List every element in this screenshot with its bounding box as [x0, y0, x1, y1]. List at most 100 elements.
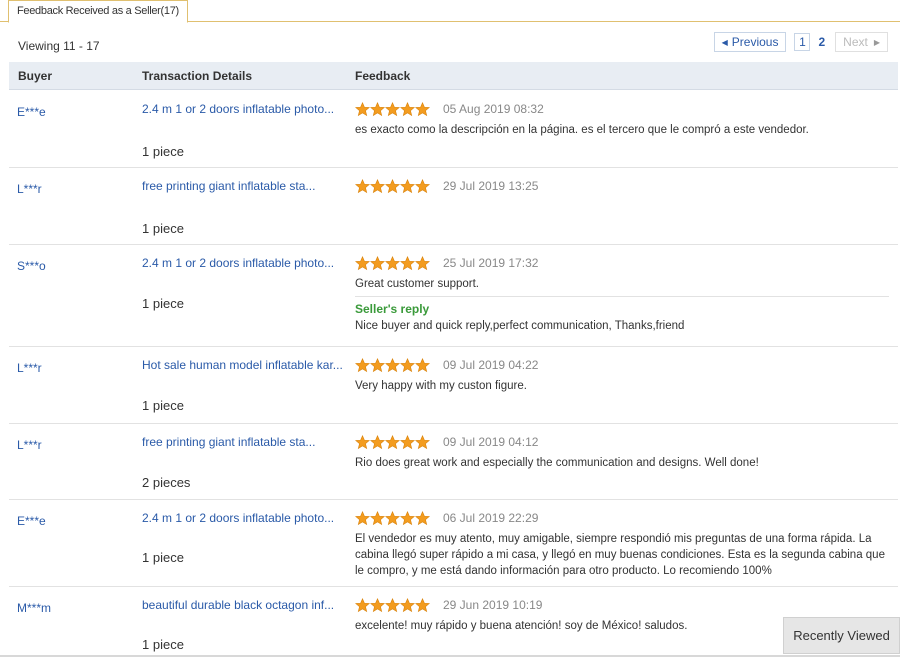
next-label: Next — [843, 35, 868, 49]
column-buyer: Buyer — [18, 69, 53, 83]
star-icon — [399, 178, 416, 194]
star-icon — [414, 178, 431, 194]
next-page-button[interactable]: Next ▶ — [835, 32, 888, 52]
transaction-product-link[interactable]: free printing giant inflatable sta... — [142, 435, 342, 449]
star-icon — [354, 597, 371, 613]
star-icon — [369, 178, 386, 194]
buyer-name[interactable]: L***r — [17, 182, 42, 196]
feedback-row: M***m beautiful durable black octagon inf… — [9, 587, 898, 657]
seller-reply-label: Seller's reply — [355, 302, 430, 316]
star-icon — [354, 434, 371, 450]
feedback-row: E***e 2.4 m 1 or 2 doors inflatable photo… — [9, 500, 898, 587]
feedback-row: L***r free printing giant inflatable sta.… — [9, 168, 898, 245]
star-icon — [354, 357, 371, 373]
star-icon — [369, 434, 386, 450]
star-icon — [354, 101, 371, 117]
buyer-name[interactable]: L***r — [17, 361, 42, 375]
transaction-product-link[interactable]: 2.4 m 1 or 2 doors inflatable photo... — [142, 511, 342, 525]
star-icon — [414, 255, 431, 271]
feedback-date: 09 Jul 2019 04:12 — [443, 435, 539, 449]
star-icon — [399, 357, 416, 373]
buyer-name[interactable]: E***e — [17, 514, 46, 528]
buyer-name[interactable]: L***r — [17, 438, 42, 452]
star-icon — [414, 357, 431, 373]
previous-page-button[interactable]: ◀ Previous — [713, 32, 787, 52]
star-icon — [414, 434, 431, 450]
star-icon — [384, 178, 401, 194]
transaction-quantity: 1 piece — [142, 550, 184, 565]
feedback-text: Very happy with my custon figure. — [355, 380, 527, 392]
star-icon — [369, 597, 386, 613]
feedback-cell: 06 Jul 2019 22:29 El vendedor es muy aten… — [354, 510, 889, 579]
feedback-date: 29 Jul 2019 13:25 — [443, 179, 539, 193]
transaction-quantity: 1 piece — [142, 296, 184, 311]
transaction-product-link[interactable]: 2.4 m 1 or 2 doors inflatable photo... — [142, 256, 342, 270]
transaction-quantity: 1 piece — [142, 144, 184, 159]
star-icon — [369, 510, 386, 526]
star-icon — [399, 101, 416, 117]
star-icon — [384, 434, 401, 450]
feedback-text: es exacto como la descripción en la pági… — [355, 124, 809, 136]
star-icon — [384, 255, 401, 271]
star-rating — [354, 101, 431, 117]
transaction-quantity: 2 pieces — [142, 475, 191, 490]
star-icon — [354, 178, 371, 194]
star-icon — [354, 255, 371, 271]
feedback-cell: 05 Aug 2019 08:32 es exacto como la descr… — [354, 101, 889, 138]
transaction-quantity: 1 piece — [142, 398, 184, 413]
feedback-row: E***e 2.4 m 1 or 2 doors inflatable photo… — [9, 91, 898, 168]
star-icon — [354, 510, 371, 526]
star-icon — [414, 510, 431, 526]
feedback-date: 09 Jul 2019 04:22 — [443, 358, 539, 372]
feedback-date: 05 Aug 2019 08:32 — [443, 102, 544, 116]
star-icon — [414, 101, 431, 117]
star-icon — [414, 597, 431, 613]
star-icon — [384, 597, 401, 613]
chevron-left-icon: ◀ — [721, 37, 728, 47]
buyer-name[interactable]: M***m — [17, 601, 51, 615]
transaction-product-link[interactable]: Hot sale human model inflatable kar... — [142, 358, 342, 372]
star-rating — [354, 597, 431, 613]
reply-divider — [355, 296, 889, 297]
star-icon — [384, 101, 401, 117]
chevron-right-icon: ▶ — [873, 37, 880, 47]
star-rating — [354, 255, 431, 271]
feedback-text: El vendedor es muy atento, muy amigable,… — [355, 533, 885, 577]
star-icon — [399, 510, 416, 526]
transaction-product-link[interactable]: beautiful durable black octagon inf... — [142, 598, 342, 612]
feedback-text: Rio does great work and especially the c… — [355, 457, 759, 469]
star-icon — [384, 357, 401, 373]
page-2-current: 2 — [818, 35, 826, 49]
star-rating — [354, 434, 431, 450]
buyer-name[interactable]: E***e — [17, 105, 46, 119]
page-1-link[interactable]: 1 — [794, 33, 811, 51]
feedback-cell: 29 Jul 2019 13:25 — [354, 178, 889, 194]
feedback-row: L***r Hot sale human model inflatable kar… — [9, 347, 898, 424]
star-icon — [369, 255, 386, 271]
buyer-name[interactable]: S***o — [17, 259, 46, 273]
feedback-date: 06 Jul 2019 22:29 — [443, 511, 539, 525]
feedback-date: 29 Jun 2019 10:19 — [443, 598, 543, 612]
previous-label: Previous — [731, 35, 779, 49]
transaction-product-link[interactable]: 2.4 m 1 or 2 doors inflatable photo... — [142, 102, 342, 116]
column-feedback: Feedback — [355, 69, 411, 83]
feedback-table-header: Buyer Transaction Details Feedback — [9, 62, 898, 90]
feedback-date: 25 Jul 2019 17:32 — [443, 256, 539, 270]
column-transaction-details: Transaction Details — [142, 69, 253, 83]
transaction-quantity: 1 piece — [142, 221, 184, 236]
tab-bar: Feedback Received as a Seller(17) — [0, 0, 900, 23]
pagination: ◀ Previous 1 2 Next ▶ — [713, 32, 888, 52]
feedback-cell: 25 Jul 2019 17:32 Great customer support.… — [354, 255, 889, 332]
star-icon — [369, 101, 386, 117]
transaction-quantity: 1 piece — [142, 637, 184, 652]
feedback-text: Great customer support. — [355, 278, 479, 290]
star-icon — [399, 434, 416, 450]
feedback-cell: 09 Jul 2019 04:22 Very happy with my cust… — [354, 357, 889, 394]
star-icon — [384, 510, 401, 526]
star-icon — [369, 357, 386, 373]
feedback-row: L***r free printing giant inflatable sta.… — [9, 424, 898, 500]
tab-feedback-received-seller[interactable]: Feedback Received as a Seller(17) — [8, 0, 188, 23]
transaction-product-link[interactable]: free printing giant inflatable sta... — [142, 179, 342, 193]
recently-viewed-button[interactable]: Recently Viewed — [783, 617, 900, 654]
seller-reply-text: Nice buyer and quick reply,perfect commu… — [355, 320, 685, 332]
